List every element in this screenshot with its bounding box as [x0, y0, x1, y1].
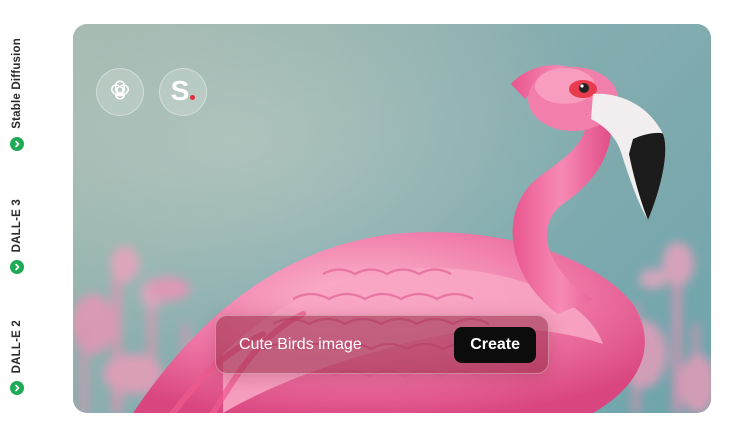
prompt-bar: Create [215, 315, 549, 374]
model-tab-stable-diffusion[interactable]: Stable Diffusion [0, 38, 34, 151]
s-logo-button[interactable]: S [159, 68, 207, 116]
model-label: Stable Diffusion [11, 38, 23, 129]
chevron-right-icon[interactable] [10, 136, 24, 151]
hero-image-card: S Create [73, 24, 711, 413]
create-button[interactable]: Create [454, 326, 536, 363]
s-logo-icon: S [171, 77, 196, 105]
model-tab-dall-e-3[interactable]: DALL-E 3 [0, 199, 34, 275]
chevron-right-icon[interactable] [10, 260, 24, 275]
prompt-input[interactable] [237, 334, 455, 355]
openai-logo-button[interactable] [96, 68, 144, 116]
model-label: DALL-E 2 [11, 320, 23, 374]
chevron-right-icon[interactable] [10, 381, 24, 396]
model-tab-dall-e-2[interactable]: DALL-E 2 [0, 320, 34, 396]
s-logo-text: S [170, 75, 190, 106]
openai-logo-icon [108, 78, 132, 107]
model-label: DALL-E 3 [11, 199, 23, 253]
red-dot-icon [190, 95, 196, 100]
